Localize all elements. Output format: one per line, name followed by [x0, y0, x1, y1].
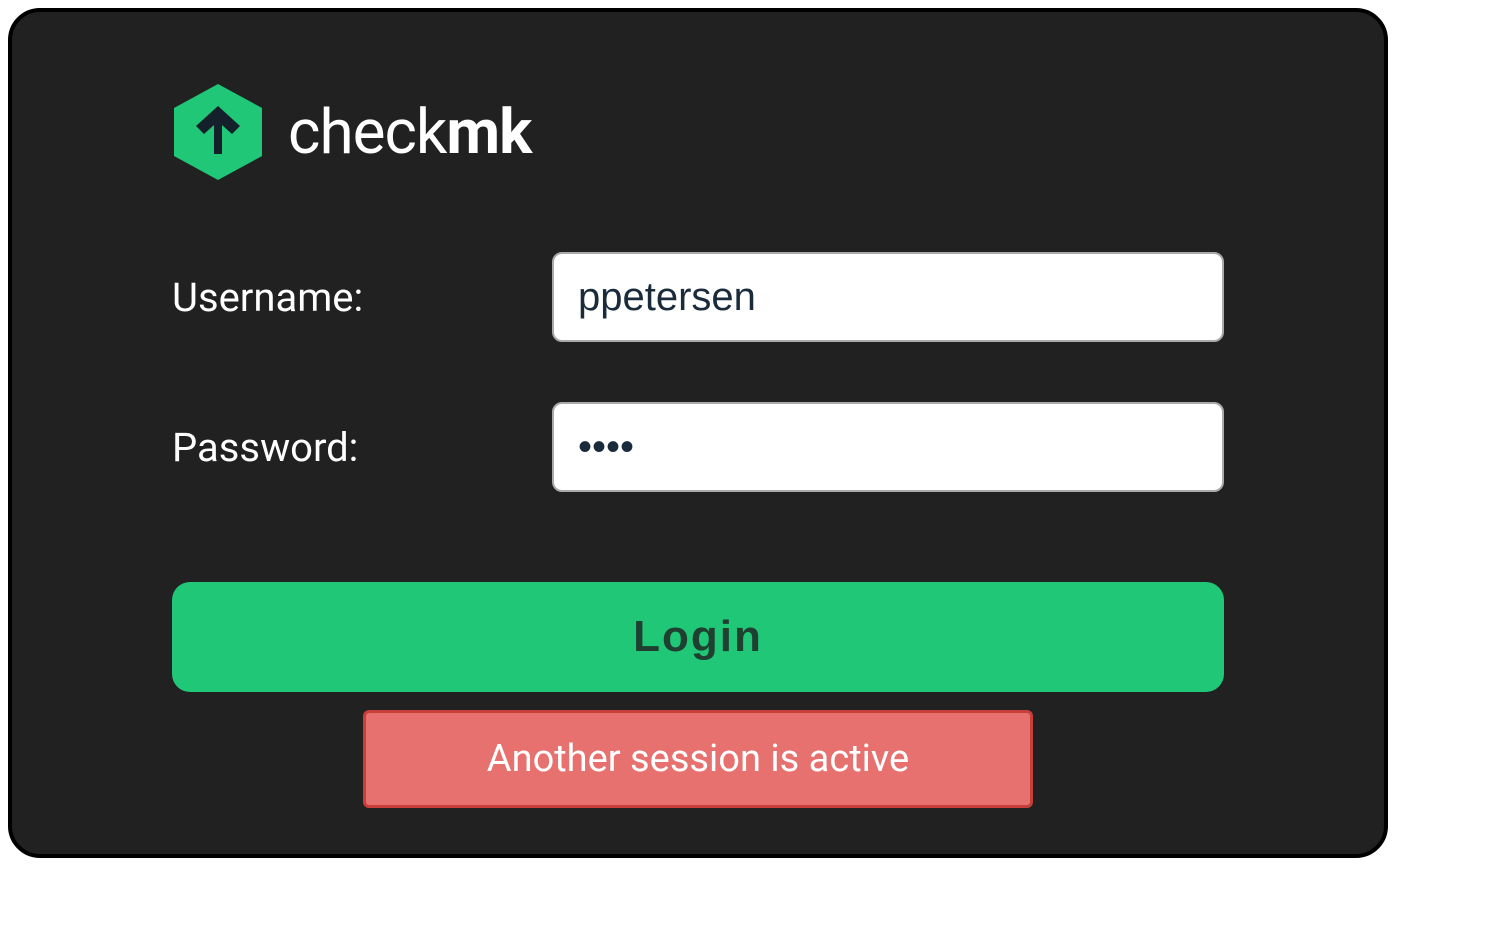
login-button[interactable]: Login [172, 582, 1224, 692]
brand-name-light: check [288, 96, 446, 169]
username-input[interactable] [552, 252, 1224, 342]
password-row: Password: [172, 402, 1224, 492]
username-label: Username: [172, 274, 552, 321]
password-input[interactable] [552, 402, 1224, 492]
login-panel: checkmk Username: Password: Login Anothe… [8, 8, 1388, 858]
brand-name-bold: mk [446, 96, 531, 169]
brand-logo: checkmk [172, 82, 1224, 182]
checkmk-logo-icon [172, 82, 264, 182]
error-banner: Another session is active [363, 710, 1033, 808]
username-row: Username: [172, 252, 1224, 342]
brand-name: checkmk [288, 96, 531, 169]
password-label: Password: [172, 424, 552, 471]
